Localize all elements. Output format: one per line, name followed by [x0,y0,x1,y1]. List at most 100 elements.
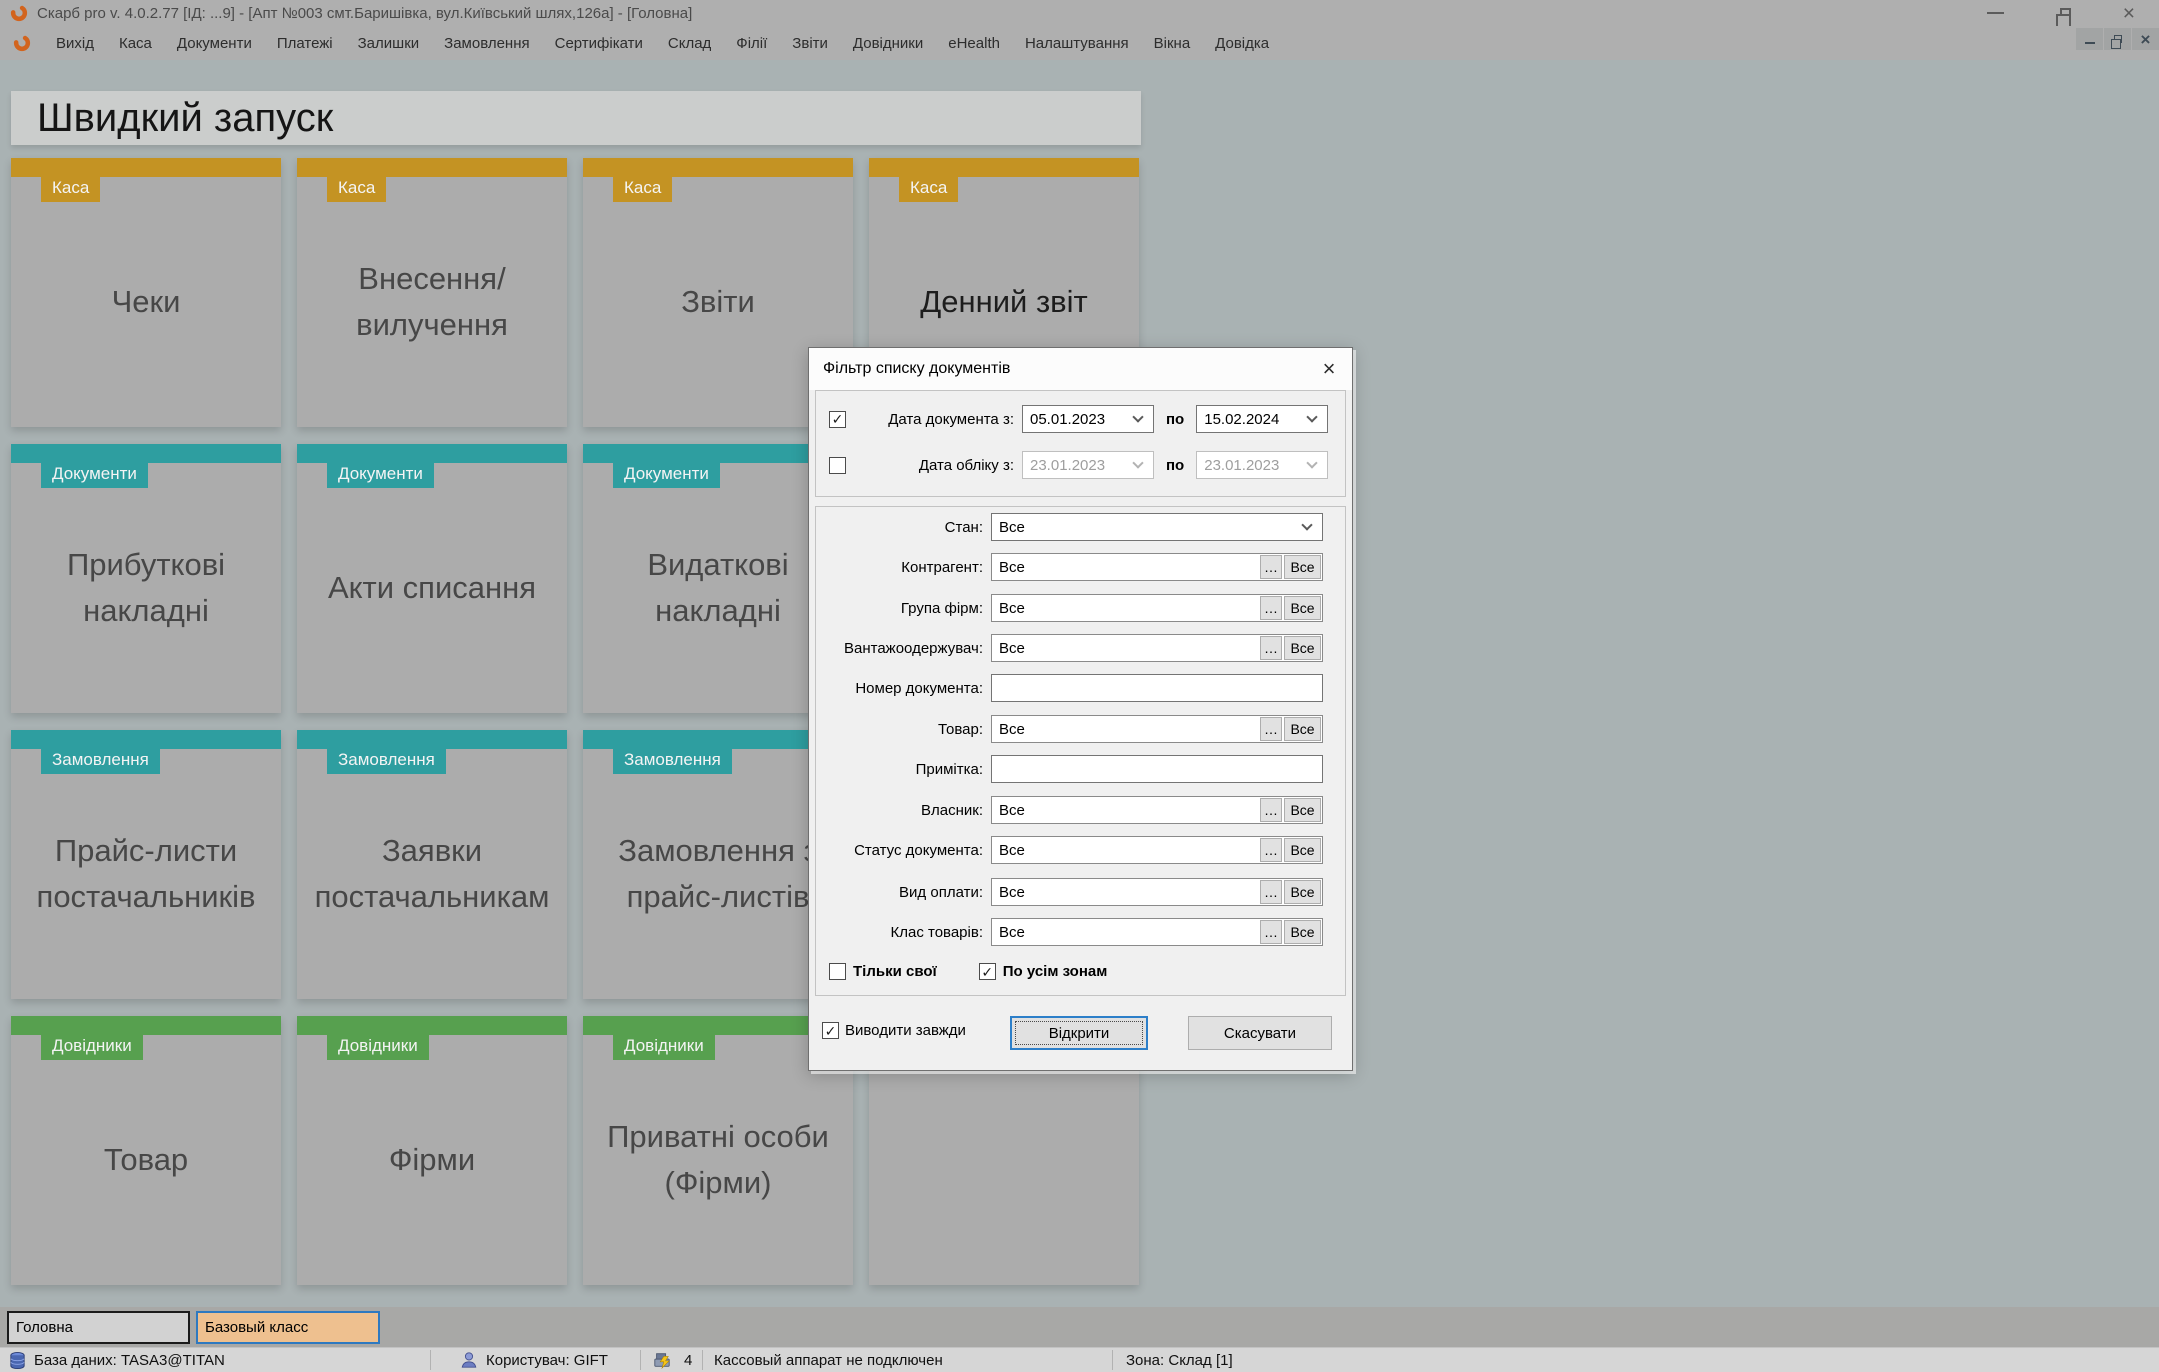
field-stan: Стан: Все [823,513,1323,541]
tile-label: Прибуткові накладні [66,546,226,629]
title-bar[interactable]: Скарб pro v. 4.0.2.77 [ІД: ...9] - [Апт … [0,0,2159,29]
menu-bar: Вихід Каса Документи Платежі Залишки Зам… [0,26,2159,60]
field-tovar: Товар: Все … Все [823,715,1323,743]
tovar-browse-button[interactable]: … [1260,717,1282,741]
klas-tovariv-input[interactable]: Все … Все [991,918,1323,946]
status-dokumenta-input[interactable]: Все … Все [991,836,1323,864]
kontragent-all-button[interactable]: Все [1284,555,1321,579]
status-dokumenta-all-button[interactable]: Все [1284,838,1321,862]
menu-item-dovidka[interactable]: Довідка [1215,35,1269,52]
tile-label: Чеки [111,283,181,319]
dialog-title: Фільтр списку документів [823,360,1011,377]
chevron-down-icon [1306,411,1318,423]
tile-label: Заявки постачальникам [314,832,550,915]
accounting-date-label: Дата обліку з: [918,456,1014,474]
dialog-title-bar[interactable]: Фільтр списку документів [809,348,1352,390]
dialog-close-icon[interactable]: × [1315,356,1343,382]
vyd-oplaty-input[interactable]: Все … Все [991,878,1323,906]
vlasnyk-all-button[interactable]: Все [1284,798,1321,822]
document-date-row: ✓ Дата документа з: 05.01.2023 по 15.02.… [829,405,1329,433]
tile-vnesennia-vyluchennia[interactable]: Каса Внесення/вилучення [297,158,567,427]
minimize-icon[interactable] [1986,12,2004,14]
menu-item-sklad[interactable]: Склад [668,35,711,52]
tile-akty-spysannia[interactable]: Документи Акти списання [297,444,567,713]
always-show-checkbox[interactable]: ✓ [822,1022,839,1039]
vyd-oplaty-browse-button[interactable]: … [1260,880,1282,904]
tile-zaiavky-postachalnykam[interactable]: Замовлення Заявки постачальникам [297,730,567,999]
tile-prybutkovi-nakladni[interactable]: Документи Прибуткові накладні [11,444,281,713]
menu-item-dokumenty[interactable]: Документи [177,35,252,52]
restore-icon[interactable] [2055,7,2071,29]
accounting-date-row: Дата обліку з: 23.01.2023 по 23.01.2023 [829,451,1329,479]
menu-item-dovidnyky[interactable]: Довідники [853,35,923,52]
accounting-date-from-select: 23.01.2023 [1022,451,1154,479]
window-title: Скарб pro v. 4.0.2.77 [ІД: ...9] - [Апт … [37,4,693,22]
field-nomer-dokumenta: Номер документа: [823,674,1323,702]
field-vantazhooderzhuvach: Вантажоодержувач: Все … Все [823,634,1323,662]
status-divider [640,1350,641,1370]
tile-label: Товар [103,1141,189,1177]
cancel-button[interactable]: Скасувати [1188,1016,1332,1050]
mdi-close-button[interactable]: × [2132,28,2159,50]
document-date-from-select[interactable]: 05.01.2023 [1022,405,1154,433]
field-vlasnyk: Власник: Все … Все [823,796,1323,824]
grupa-firm-input[interactable]: Все … Все [991,594,1323,622]
tab-bazovyi-klass[interactable]: Базовый класс [196,1311,380,1344]
menu-item-vikna[interactable]: Вікна [1154,35,1191,52]
stan-select[interactable]: Все [991,513,1323,541]
klas-tovariv-browse-button[interactable]: … [1260,920,1282,944]
accounting-date-checkbox[interactable] [829,456,846,474]
kontragent-browse-button[interactable]: … [1260,555,1282,579]
vantazhooderzhuvach-all-button[interactable]: Все [1284,636,1321,660]
minimize-icon [2084,42,2095,44]
tovar-all-button[interactable]: Все [1284,717,1321,741]
klas-tovariv-all-button[interactable]: Все [1284,920,1321,944]
tile-firmy[interactable]: Довідники Фірми [297,1016,567,1285]
status-dokumenta-browse-button[interactable]: … [1260,838,1282,862]
menu-item-filii[interactable]: Філії [736,35,767,52]
close-icon[interactable]: × [2123,3,2135,24]
tovar-input[interactable]: Все … Все [991,715,1323,743]
all-zones-label: По усім зонам [1002,963,1108,980]
vantazhooderzhuvach-browse-button[interactable]: … [1260,636,1282,660]
only-own-checkbox[interactable] [829,963,846,980]
kontragent-input[interactable]: Все … Все [991,553,1323,581]
vlasnyk-input[interactable]: Все … Все [991,796,1323,824]
application-window: Скарб pro v. 4.0.2.77 [ІД: ...9] - [Апт … [0,0,2159,1372]
menu-item-vykhid[interactable]: Вихід [56,35,94,52]
vantazhooderzhuvach-input[interactable]: Все … Все [991,634,1323,662]
tab-holovna[interactable]: Головна [7,1311,190,1344]
mdi-minimize-button[interactable] [2076,28,2103,50]
menu-item-zamovlennia[interactable]: Замовлення [444,35,529,52]
open-button[interactable]: Відкрити [1010,1016,1148,1050]
date-to-label: по [1166,456,1185,474]
tile-tovar[interactable]: Довідники Товар [11,1016,281,1285]
grupa-firm-all-button[interactable]: Все [1284,596,1321,620]
status-message: Кассовый аппарат не подключен [714,1351,943,1369]
close-icon: × [2140,29,2151,49]
menu-item-ehealth[interactable]: eHealth [948,35,1000,52]
nomer-dokumenta-input[interactable] [991,674,1323,702]
filter-dialog: Фільтр списку документів × ✓ Дата докуме… [808,347,1353,1071]
menu-item-nalashtuvannia[interactable]: Налаштування [1025,35,1129,52]
menu-item-sertyfikaty[interactable]: Сертифікати [555,35,643,52]
vlasnyk-browse-button[interactable]: … [1260,798,1282,822]
tile-price-lists-postachalnykiv[interactable]: Замовлення Прайс-листи постачальників [11,730,281,999]
quick-launch-header: Швидкий запуск [11,91,1141,145]
tile-cheky[interactable]: Каса Чеки [11,158,281,427]
chevron-down-icon [1132,411,1144,423]
menu-item-platezhi[interactable]: Платежі [277,35,333,52]
document-date-to-select[interactable]: 15.02.2024 [1196,405,1329,433]
document-date-checkbox[interactable]: ✓ [829,410,846,428]
prymitka-input[interactable] [991,755,1323,783]
all-zones-checkbox[interactable]: ✓ [978,963,996,980]
check-icon: ✓ [981,963,994,980]
mdi-restore-button[interactable] [2104,28,2131,50]
menu-item-zvity[interactable]: Звіти [792,35,828,52]
app-logo-icon [13,34,31,52]
vyd-oplaty-all-button[interactable]: Все [1284,880,1321,904]
menu-item-kasa[interactable]: Каса [119,35,152,52]
database-icon [8,1348,27,1372]
menu-item-zalyshky[interactable]: Залишки [358,35,420,52]
grupa-firm-browse-button[interactable]: … [1260,596,1282,620]
